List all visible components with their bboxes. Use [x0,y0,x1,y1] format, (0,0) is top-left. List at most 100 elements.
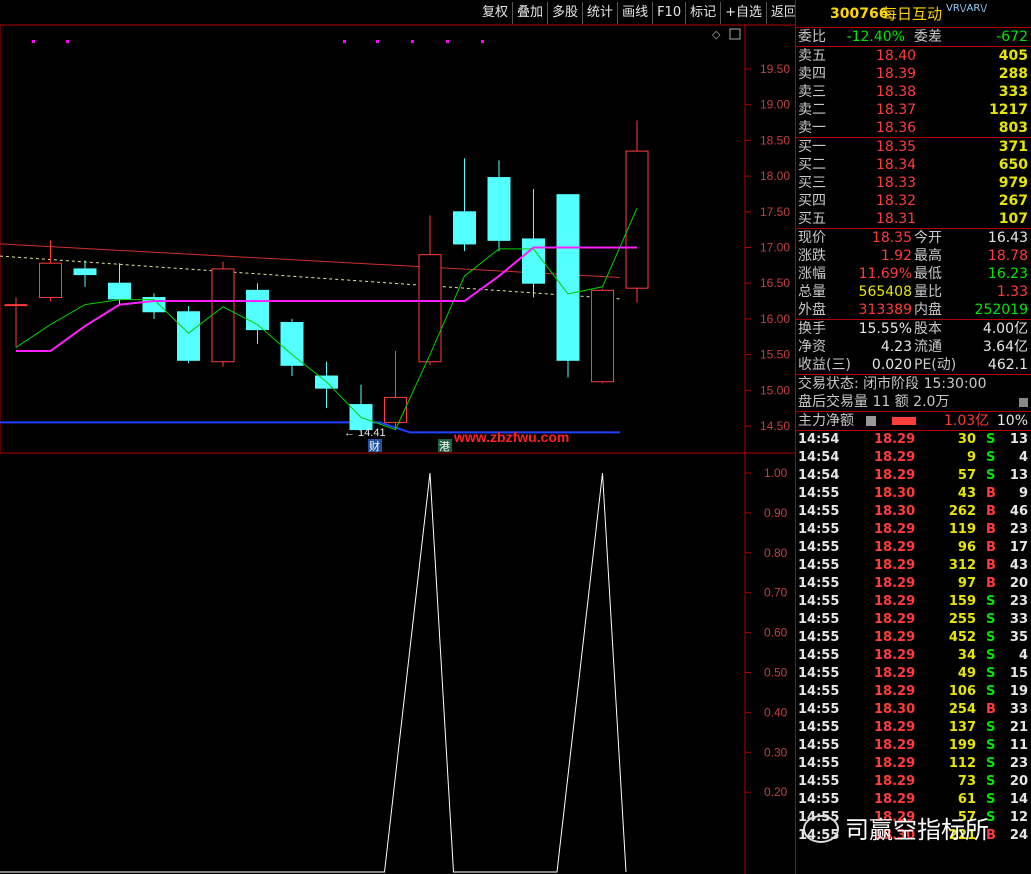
candle-body [453,211,476,245]
fund-label-2: 流通 [914,339,942,355]
tick-time: 14:55 [798,576,840,591]
concept-tags[interactable]: VR\/AR\/ [946,0,987,23]
tick-row: 14:55 18.30 262 B 46 [796,503,1031,521]
tick-count: 23 [1009,522,1028,537]
toolbar-item-3[interactable]: 统计 [582,2,617,24]
tick-list[interactable]: 14:54 18.29 30 S 13 14:54 18.29 9 S 4 14:54 18.29 57… [796,431,1031,845]
tick-row: 14:54 18.29 30 S 13 [796,431,1031,449]
candle-body [625,150,649,289]
level-label: 买二 [798,157,826,173]
tick-price: 18.29 [874,756,916,771]
tick-count: 17 [1009,540,1028,555]
bid-row[interactable]: 买一 18.35 371 [796,138,1031,156]
toolbar-item-1[interactable]: 叠加 [512,2,547,24]
tick-volume: 73 [957,774,976,789]
tick-volume: 49 [957,666,976,681]
expand-icon[interactable] [1019,398,1028,407]
ask-row[interactable]: 卖一 18.36 803 [796,119,1031,137]
toolbar-item-7[interactable]: +自选 [720,2,766,24]
toolbar-item-4[interactable]: 画线 [617,2,652,24]
tick-time: 14:54 [798,468,840,483]
level-price: 18.38 [876,84,917,100]
kline-chart-area[interactable]: 19.50 19.00 18.50 18.00 17.50 17.00 16.50 16.00… [0,0,795,874]
toolbar-item-5[interactable]: F10 [652,2,685,24]
level-label: 卖二 [798,102,826,118]
tick-price: 18.29 [874,576,916,591]
indicator-tick-label: 0.50 [764,666,788,680]
signal-dot [343,40,346,43]
quote-value: 11.69% [858,266,912,282]
level-price: 18.40 [876,48,917,64]
candle-body [384,396,407,423]
tick-side: S [986,720,996,735]
tick-time: 14:55 [798,702,840,717]
candle-body [73,268,97,276]
chart-toolbar: 复权 叠加 多股 统计 画线 F10 标记 +自选 返回 [478,2,801,24]
level-volume: 288 [998,66,1028,82]
fund-value: 4.23 [880,339,912,355]
tick-volume: 43 [957,486,976,501]
indicator-tick-label: 1.00 [764,466,788,480]
tick-time: 14:55 [798,540,840,555]
tick-price: 18.29 [874,738,916,753]
tick-volume: 119 [948,522,976,537]
ask-row[interactable]: 卖五 18.40 405 [796,47,1031,65]
bid-row[interactable]: 买五 18.31 107 [796,210,1031,228]
level-label: 买五 [798,211,826,227]
ask-row[interactable]: 卖二 18.37 1217 [796,101,1031,119]
bid-row[interactable]: 买二 18.34 650 [796,156,1031,174]
website-watermark: www.zbzfwu.com [453,429,569,445]
tick-volume: 97 [957,576,976,591]
stock-code: 300766 [830,6,889,22]
main-fund-row: 主力净额 1.03亿 10% [796,412,1031,430]
candle-body [211,268,235,363]
toolbar-item-0[interactable]: 复权 [478,2,512,24]
bid-row[interactable]: 买四 18.32 267 [796,192,1031,210]
tick-count: 12 [1009,810,1028,825]
toolbar-item-6[interactable]: 标记 [685,2,720,24]
level-volume: 1217 [989,102,1028,118]
fund-row: 收益(三) 0.020 PE(动) 462.1 [796,356,1031,374]
tick-time: 14:55 [798,486,840,501]
tick-time: 14:55 [798,756,840,771]
price-tick-label: 15.00 [760,383,790,397]
tick-count: 4 [1018,450,1028,465]
tick-count: 15 [1009,666,1028,681]
quote-value-2: 16.43 [987,230,1028,246]
tick-time: 14:54 [798,450,840,465]
candle-body [487,177,511,241]
bid-row[interactable]: 买三 18.33 979 [796,174,1031,192]
tick-volume: 30 [957,432,976,447]
level-label: 买一 [798,139,826,155]
ask-row[interactable]: 卖四 18.39 288 [796,65,1031,83]
list-icon[interactable] [866,416,876,426]
chart-canvas[interactable]: 19.50 19.00 18.50 18.00 17.50 17.00 16.50 16.00… [0,0,795,874]
candle-body [39,262,62,298]
level-price: 18.31 [876,211,917,227]
tick-count: 11 [1009,738,1028,753]
trade-status: 交易状态: 闭市阶段 15:30:00 [798,376,987,392]
tick-side: S [986,756,996,771]
tick-volume: 112 [948,756,976,771]
tick-price: 18.29 [874,432,916,447]
stock-name: 每日互动 [882,5,943,23]
tick-price: 18.29 [874,720,916,735]
tick-price: 18.29 [874,450,916,465]
ask-book: 卖五 18.40 405 卖四 18.39 288 卖三 18.38 333 卖二 18.37 121… [796,47,1031,137]
price-tick-label: 18.00 [760,169,790,183]
quote-row: 总量 565408 量比 1.33 [796,283,1031,301]
tick-price: 18.29 [874,792,916,807]
level-volume: 107 [998,211,1028,227]
tick-row: 14:55 18.29 159 S 23 [796,593,1031,611]
ask-row[interactable]: 卖三 18.38 333 [796,83,1031,101]
fund-value: 0.020 [871,357,912,373]
price-tick-label: 18.50 [760,133,790,147]
tick-count: 19 [1009,684,1028,699]
quote-label: 涨幅 [798,266,826,282]
toolbar-item-2[interactable]: 多股 [547,2,582,24]
price-tick-label: 16.00 [760,312,790,326]
quote-row: 涨幅 11.69% 最低 16.23 [796,265,1031,283]
indicator-tick-label: 0.80 [764,546,788,560]
tick-side: B [986,540,996,555]
level-volume: 333 [998,84,1028,100]
